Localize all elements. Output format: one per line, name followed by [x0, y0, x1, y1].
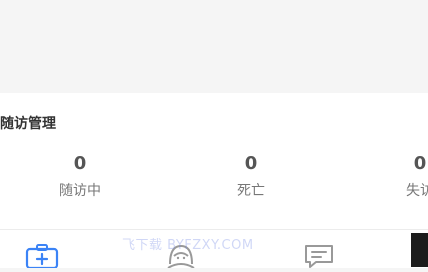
dark-overlay-block: [411, 233, 428, 267]
message-icon: [305, 245, 333, 268]
tab-message[interactable]: [302, 242, 336, 268]
section-title: 随访管理: [0, 116, 56, 132]
stat-deceased[interactable]: 0 死亡: [211, 152, 291, 200]
tab-medical[interactable]: [25, 242, 59, 270]
stat-deceased-value: 0: [244, 153, 258, 174]
stat-lost-label: 失访: [406, 183, 428, 199]
stat-deceased-label: 死亡: [237, 183, 265, 199]
stat-following[interactable]: 0 随访中: [40, 152, 120, 200]
top-blank-area: [0, 0, 428, 93]
watermark: 飞下载 BYFZXY.COM: [122, 238, 254, 253]
medical-kit-icon: [25, 244, 59, 270]
stat-lost-value: 0: [413, 153, 427, 174]
stat-lost[interactable]: 0 失访: [380, 152, 428, 200]
stat-following-value: 0: [73, 153, 87, 174]
stat-following-label: 随访中: [59, 183, 101, 199]
